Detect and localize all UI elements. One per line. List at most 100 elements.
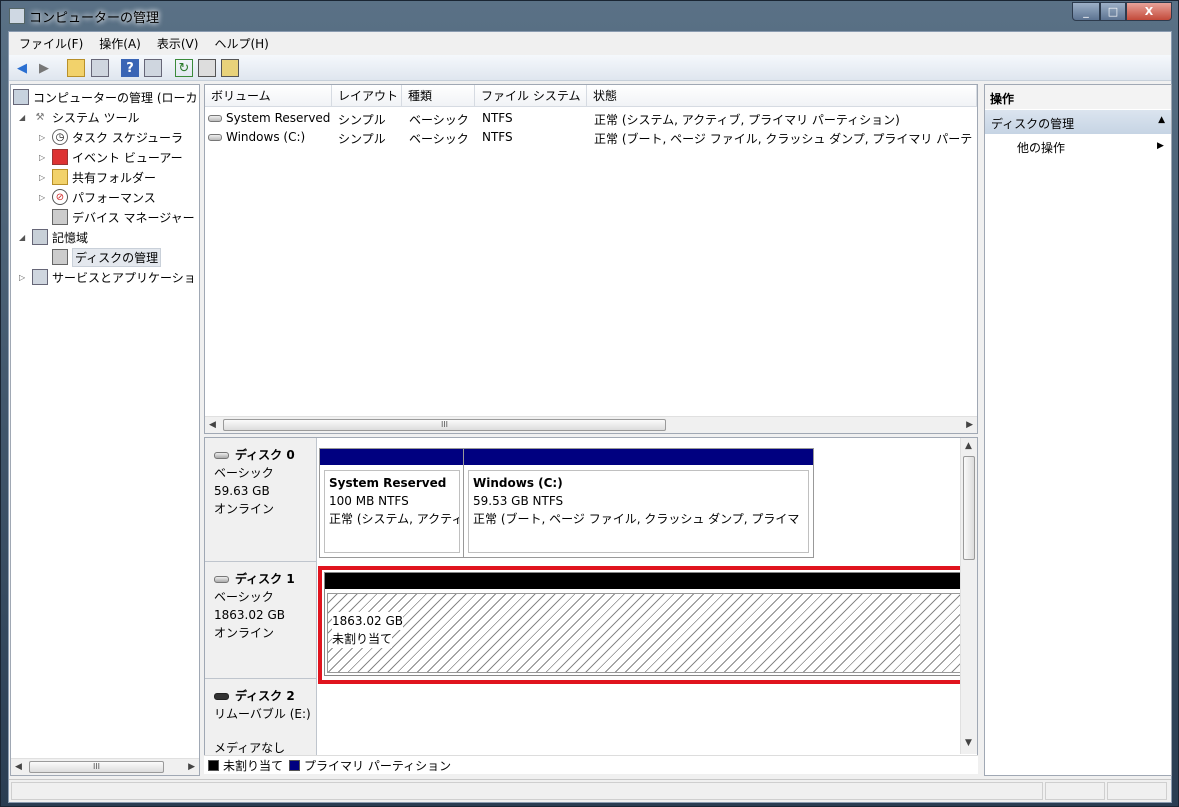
column-header-layout[interactable]: レイアウト — [332, 85, 402, 107]
tree-horizontal-scrollbar[interactable]: ◀ III ▶ — [11, 758, 199, 775]
partition-status: 未割り当て — [332, 630, 393, 648]
tree-item-performance[interactable]: ▷ ⊘ パフォーマンス — [39, 187, 156, 207]
scroll-left-icon[interactable]: ◀ — [15, 762, 22, 772]
forward-icon[interactable]: ▶ — [35, 59, 53, 77]
disk-name: ディスク 0 — [235, 448, 295, 462]
status-segment — [1045, 782, 1105, 800]
tree-item-storage[interactable]: ◢ 記憶域 — [19, 227, 88, 247]
table-row[interactable]: System Reserved シンプル ベーシック NTFS 正常 (システム… — [205, 109, 977, 128]
scroll-thumb[interactable]: III — [223, 419, 666, 431]
device-manager-icon — [52, 209, 68, 225]
up-folder-icon[interactable] — [67, 59, 85, 77]
performance-icon: ⊘ — [52, 189, 68, 205]
expand-arrow-icon[interactable]: ▷ — [39, 153, 49, 162]
status-segment — [11, 782, 1043, 800]
disk-name: ディスク 2 — [235, 689, 295, 703]
actions-section-disk-management[interactable]: ディスクの管理 ▲ — [985, 110, 1171, 134]
partition-color-bar — [325, 573, 963, 589]
legend: 未割り当て プライマリ パーティション — [204, 755, 978, 774]
more-actions-item[interactable]: 他の操作 — [1017, 139, 1065, 156]
disk-vertical-scrollbar[interactable]: ▲ ▼ — [960, 438, 977, 754]
disk-1-label[interactable]: ディスク 1 ベーシック 1863.02 GB オンライン — [205, 562, 317, 679]
back-icon[interactable]: ◀ — [13, 59, 31, 77]
expand-arrow-icon[interactable]: ▷ — [39, 173, 49, 182]
actions-header: 操作 — [985, 85, 1171, 109]
disk-0-label[interactable]: ディスク 0 ベーシック 59.63 GB オンライン — [205, 438, 317, 562]
expand-arrow-icon[interactable]: ▷ — [19, 273, 29, 282]
tree-label: デバイス マネージャー — [72, 210, 195, 225]
volume-horizontal-scrollbar[interactable]: ◀ III ▶ — [205, 416, 977, 433]
legend-primary-swatch — [289, 759, 301, 771]
tools-icon: ⚒ — [35, 111, 45, 123]
legend-unallocated-label: 未割り当て — [223, 758, 284, 773]
show-hide-tree-icon[interactable] — [91, 59, 109, 77]
menu-action[interactable]: 操作(A) — [93, 35, 147, 52]
cell-type: ベーシック — [409, 113, 469, 127]
table-row[interactable]: Windows (C:) シンプル ベーシック NTFS 正常 (ブート, ペー… — [205, 128, 977, 147]
tree-label: パフォーマンス — [72, 190, 156, 205]
shared-folder-icon — [52, 169, 68, 185]
tree-item-disk-management[interactable]: ディスクの管理 — [52, 247, 162, 267]
title-bar[interactable]: コンピューターの管理 _ □ X — [1, 1, 1178, 31]
cell-status: 正常 (ブート, ページ ファイル, クラッシュ ダンプ, プライマリ パーテ — [594, 132, 973, 146]
partition-system-reserved[interactable]: System Reserved 100 MB NTFS 正常 (システム, アク… — [319, 448, 465, 558]
disk-icon — [214, 451, 229, 459]
collapse-arrow-icon[interactable]: ◢ — [19, 233, 29, 242]
submenu-arrow-icon: ▶ — [1157, 141, 1164, 151]
menu-view[interactable]: 表示(V) — [151, 35, 205, 52]
menu-file[interactable]: ファイル(F) — [13, 35, 89, 52]
tree-label: コンピューターの管理 (ローカ — [33, 90, 198, 105]
expand-arrow-icon[interactable]: ▷ — [39, 133, 49, 142]
scroll-thumb[interactable] — [963, 456, 975, 560]
partition-status: 正常 (ブート, ページ ファイル, クラッシュ ダンプ, プライマ — [473, 512, 800, 526]
tree-item-task-scheduler[interactable]: ▷ ◷ タスク スケジューラ — [39, 127, 183, 147]
help-icon[interactable]: ? — [121, 59, 139, 77]
partition-windows-c[interactable]: Windows (C:) 59.53 GB NTFS 正常 (ブート, ページ … — [463, 448, 814, 558]
show-hide-action-pane-icon[interactable] — [144, 59, 162, 77]
properties-icon[interactable] — [198, 59, 216, 77]
refresh-icon[interactable]: ↻ — [175, 59, 193, 77]
toolbar: ◀ ▶ ? ↻ — [9, 55, 1171, 81]
scroll-up-icon[interactable]: ▲ — [965, 441, 972, 451]
minimize-button[interactable]: _ — [1072, 2, 1100, 21]
disk-type: リムーバブル (E:) — [214, 707, 311, 721]
tree-item-event-viewer[interactable]: ▷ イベント ビューアー — [39, 147, 183, 167]
partition-name: System Reserved — [329, 476, 447, 490]
cell-layout: シンプル — [338, 113, 386, 127]
disk-icon — [214, 575, 229, 583]
tree-label: イベント ビューアー — [72, 150, 183, 165]
close-button[interactable]: X — [1126, 2, 1172, 21]
column-header-type[interactable]: 種類 — [402, 85, 475, 107]
tree-item-root[interactable]: コンピューターの管理 (ローカ — [13, 87, 198, 107]
tree-item-system-tools[interactable]: ◢ ⚒ システム ツール — [19, 107, 139, 127]
tree-item-services-apps[interactable]: ▷ サービスとアプリケーショ — [19, 267, 196, 287]
menu-help[interactable]: ヘルプ(H) — [208, 35, 274, 52]
tree-item-shared-folders[interactable]: ▷ 共有フォルダー — [39, 167, 156, 187]
tree-label: タスク スケジューラ — [72, 130, 183, 145]
scroll-down-icon[interactable]: ▼ — [965, 738, 972, 748]
scroll-left-icon[interactable]: ◀ — [209, 420, 216, 430]
disk-size: 1863.02 GB — [214, 608, 285, 622]
tree-label: システム ツール — [52, 110, 140, 125]
column-header-volume[interactable]: ボリューム — [205, 85, 332, 107]
scroll-right-icon[interactable]: ▶ — [188, 762, 195, 772]
computer-icon — [13, 89, 29, 105]
collapse-up-icon[interactable]: ▲ — [1158, 115, 1165, 125]
cell-layout: シンプル — [338, 132, 386, 146]
partition-name: Windows (C:) — [473, 476, 563, 490]
legend-unallocated-swatch — [208, 759, 219, 771]
column-header-status[interactable]: 状態 — [587, 85, 977, 107]
scroll-right-icon[interactable]: ▶ — [966, 420, 973, 430]
window-title: コンピューターの管理 — [29, 11, 160, 26]
partition-unallocated[interactable]: 1863.02 GB 未割り当て — [324, 572, 964, 676]
tree-label: 共有フォルダー — [72, 170, 157, 185]
maximize-button[interactable]: □ — [1100, 2, 1126, 21]
column-header-filesystem[interactable]: ファイル システム — [475, 85, 587, 107]
expand-arrow-icon[interactable]: ▷ — [39, 193, 49, 202]
settings-icon[interactable] — [221, 59, 239, 77]
status-segment — [1107, 782, 1167, 800]
tree-item-device-manager[interactable]: デバイス マネージャー — [52, 207, 195, 227]
actions-pane: 操作 ディスクの管理 ▲ 他の操作 ▶ — [984, 84, 1172, 776]
scroll-thumb[interactable]: III — [29, 761, 164, 773]
collapse-arrow-icon[interactable]: ◢ — [19, 113, 29, 122]
